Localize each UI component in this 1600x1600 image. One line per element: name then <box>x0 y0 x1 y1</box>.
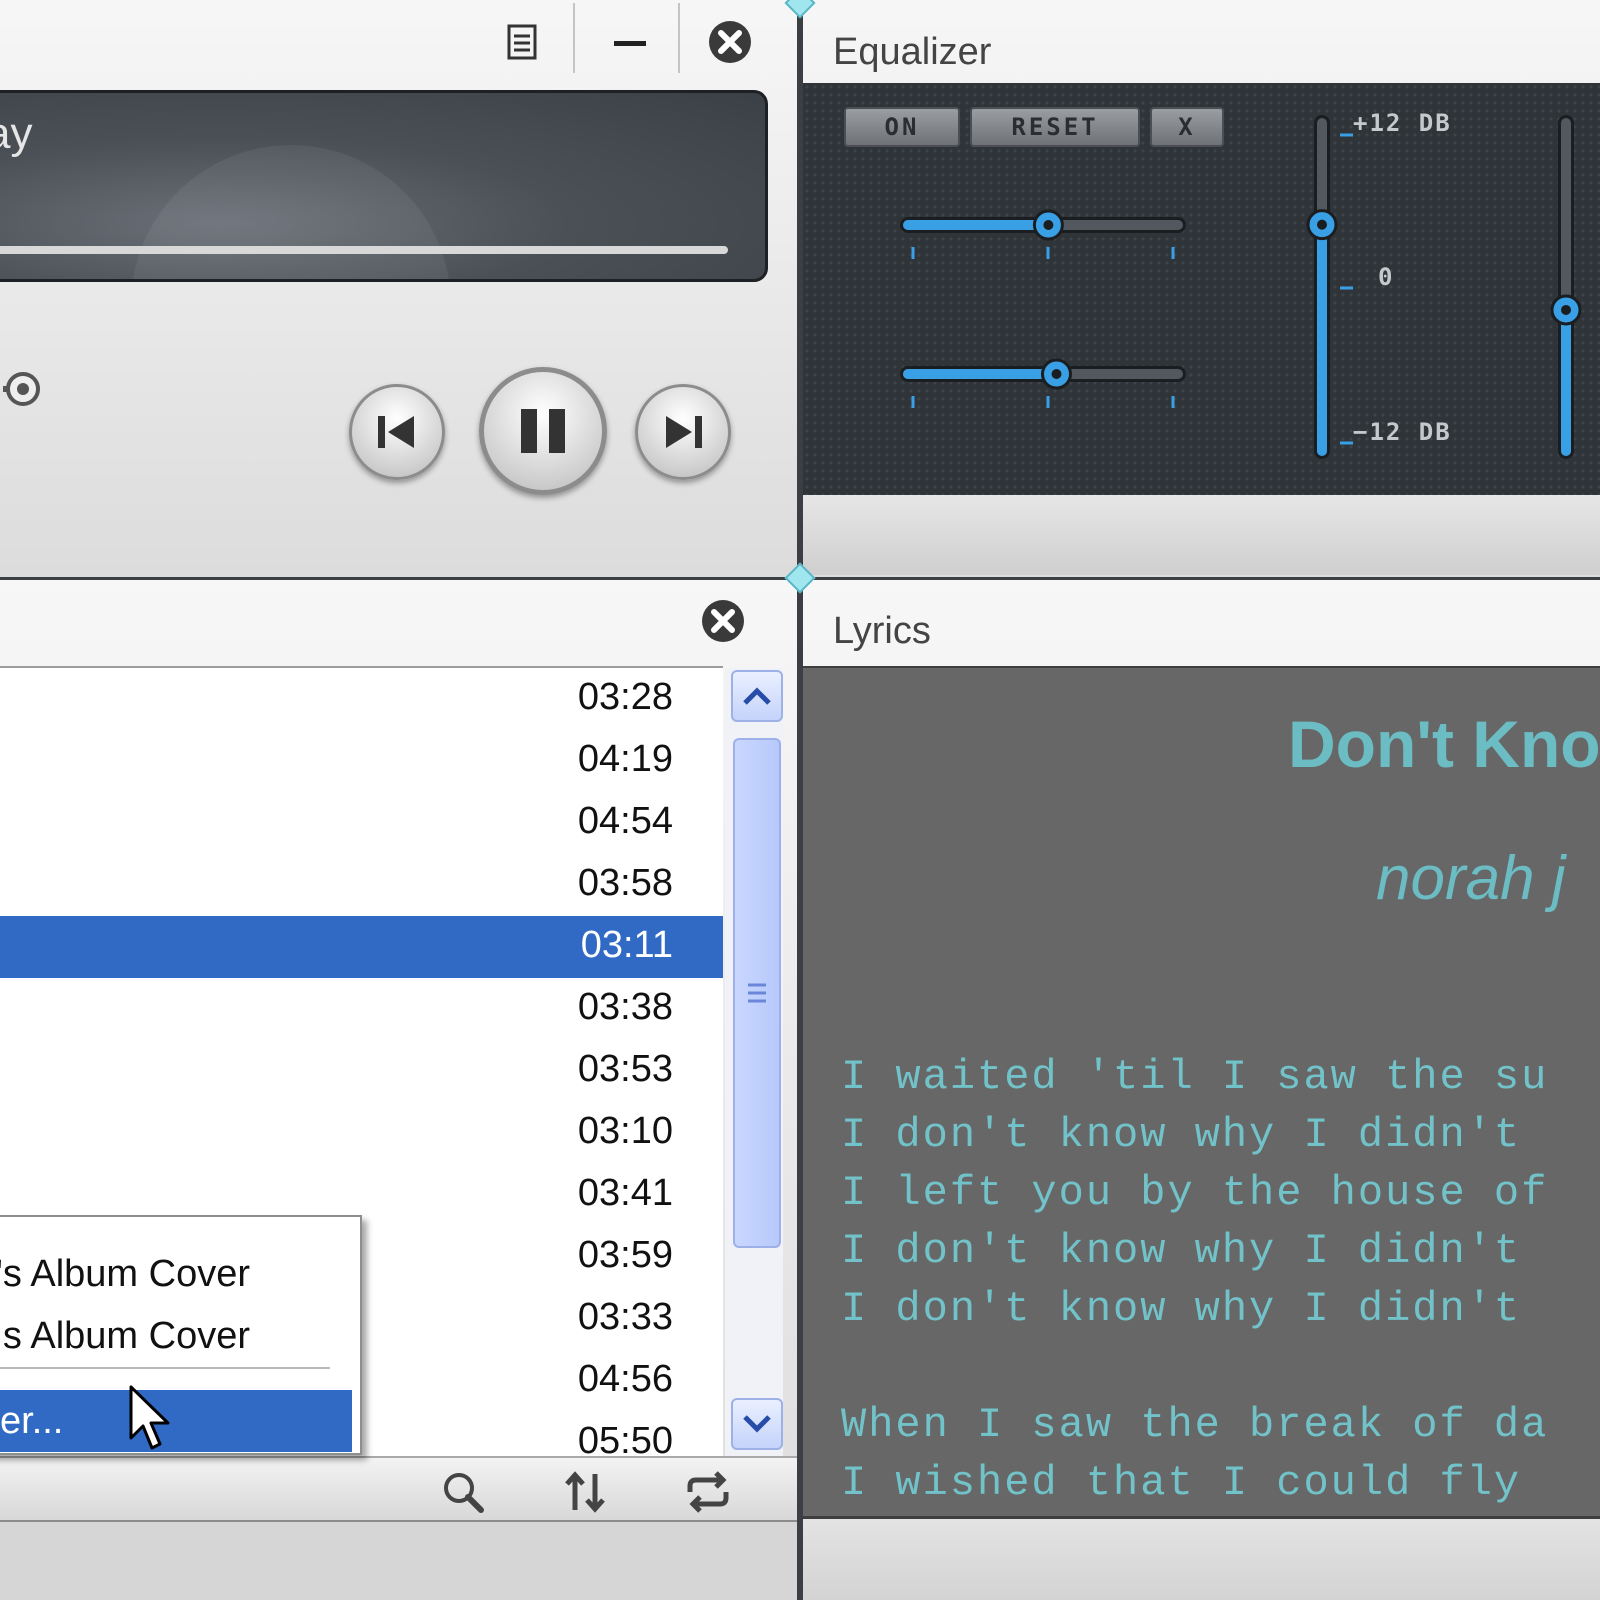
player-window: ay <box>0 0 800 580</box>
search-icon[interactable] <box>438 1470 488 1514</box>
track-duration: 04:56 <box>577 1358 673 1400</box>
playlist-footer <box>0 1520 797 1600</box>
sort-icon[interactable] <box>560 1470 610 1514</box>
mouse-cursor-icon <box>129 1385 170 1450</box>
lyrics-display: Don't Kno norah j I waited 'til I saw th… <box>803 666 1600 1516</box>
track-duration: 03:53 <box>577 1048 673 1090</box>
now-playing-display: ay <box>0 90 768 282</box>
lyrics-footer <box>803 1516 1600 1600</box>
lyric-line: I don't know why I didn't <box>841 1111 1522 1159</box>
lyric-line: I wished that I could fly <box>841 1459 1522 1507</box>
volume-knob-icon[interactable] <box>3 369 43 409</box>
pause-button[interactable] <box>479 367 607 495</box>
slider-knob-center <box>1043 220 1054 230</box>
titlebar-separator <box>678 3 680 73</box>
table-row[interactable]: 03:38 <box>0 978 723 1040</box>
minimize-icon[interactable] <box>605 17 655 67</box>
lyric-line: I don't know why I didn't <box>841 1285 1522 1333</box>
track-duration: 04:19 <box>577 738 673 780</box>
context-menu-item-highlighted[interactable]: er... <box>0 1390 352 1452</box>
lyric-line: I left you by the house of <box>841 1169 1549 1217</box>
menu-separator <box>0 1367 330 1369</box>
chevron-down-icon <box>743 1415 771 1433</box>
display-decoration <box>131 145 451 279</box>
seek-bar[interactable] <box>0 246 728 254</box>
track-duration: 03:11 <box>580 924 673 966</box>
grip-icon <box>748 983 766 1003</box>
scroll-down-button[interactable] <box>731 1398 783 1450</box>
lyrics-title: Lyrics <box>833 610 931 652</box>
chevron-up-icon <box>743 687 771 705</box>
playlist-toolbar <box>0 1456 797 1520</box>
track-duration: 03:38 <box>577 986 673 1028</box>
document-icon[interactable] <box>498 17 548 67</box>
db-label-mid: 0 <box>1378 263 1395 291</box>
track-duration: 03:41 <box>577 1172 673 1214</box>
lyrics-window: Lyrics Don't Kno norah j I waited 'til I… <box>800 577 1600 1600</box>
previous-track-icon <box>378 416 414 448</box>
slider-knob-center <box>1051 369 1062 379</box>
track-duration: 05:50 <box>577 1420 673 1456</box>
table-row-selected[interactable]: 03:11 <box>0 916 723 978</box>
db-label-top: +12 DB <box>1353 109 1452 137</box>
scroll-thumb[interactable] <box>733 738 781 1248</box>
band-knob-center <box>1317 219 1327 230</box>
eq-sliders <box>900 115 1582 459</box>
next-track-icon <box>666 416 702 448</box>
band-knob-center <box>1561 304 1571 315</box>
table-row[interactable]: 03:28 <box>0 668 723 730</box>
previous-track-button[interactable] <box>349 384 445 480</box>
track-duration: 03:10 <box>577 1110 673 1152</box>
table-row[interactable]: 04:19 <box>0 730 723 792</box>
db-label-bottom: −12 DB <box>1353 418 1452 446</box>
table-row[interactable]: 03:10 <box>0 1102 723 1164</box>
context-menu-item[interactable]: s Album Cover <box>0 1305 346 1367</box>
pause-icon <box>521 409 565 453</box>
close-icon[interactable] <box>698 596 748 646</box>
lyric-line: I don't know why I didn't <box>841 1227 1522 1275</box>
playlist-scrollbar[interactable] <box>725 668 783 1456</box>
titlebar-separator <box>573 3 575 73</box>
track-duration: 03:58 <box>577 862 673 904</box>
context-menu-item[interactable]: n's Album Cover <box>0 1243 346 1305</box>
close-icon[interactable] <box>705 17 755 67</box>
artist-name: norah j <box>1376 844 1566 913</box>
track-duration: 03:59 <box>577 1234 673 1276</box>
equalizer-window: Equalizer ON RESET X +12 DB 0 −12 DB <box>800 0 1600 580</box>
context-menu: n's Album Cover s Album Cover er... <box>0 1215 362 1455</box>
song-title: Don't Kno <box>1288 707 1600 781</box>
scroll-up-button[interactable] <box>731 670 783 722</box>
track-duration: 04:54 <box>577 800 673 842</box>
track-duration: 03:33 <box>577 1296 673 1338</box>
repeat-icon[interactable] <box>683 1470 733 1514</box>
table-row[interactable]: 03:53 <box>0 1040 723 1102</box>
lyric-line: I waited 'til I saw the su <box>841 1053 1549 1101</box>
table-row[interactable]: 04:54 <box>0 792 723 854</box>
lyric-line: When I saw the break of da <box>841 1401 1549 1449</box>
track-duration: 03:28 <box>577 676 673 718</box>
table-row[interactable]: 03:58 <box>0 854 723 916</box>
next-track-button[interactable] <box>635 384 731 480</box>
equalizer-footer <box>803 495 1600 575</box>
track-title: ay <box>0 109 33 158</box>
